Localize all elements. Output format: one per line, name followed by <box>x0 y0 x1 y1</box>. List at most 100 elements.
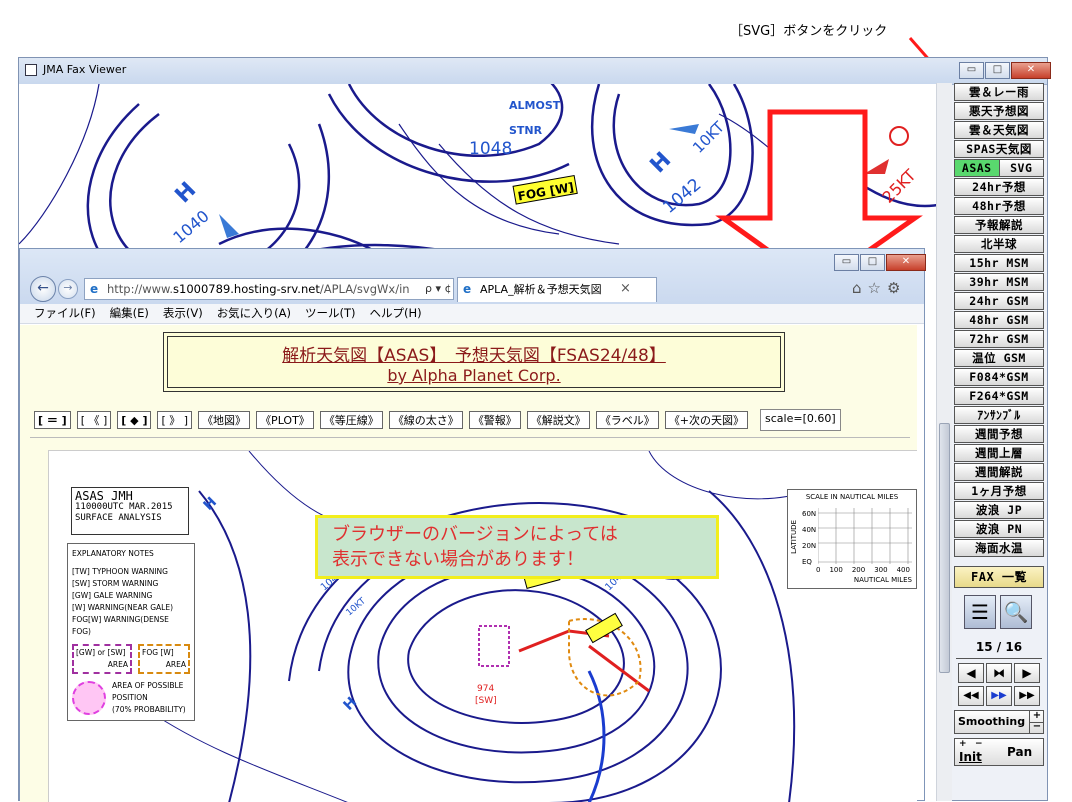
fog-area-legend: FOG [W] AREA <box>138 644 190 674</box>
browser-maximize-button[interactable]: □ <box>860 254 885 271</box>
menu-favorites[interactable]: お気に入り(A) <box>217 304 291 323</box>
btn-wave-pn[interactable]: 波浪 PN <box>954 520 1044 538</box>
toolbar-diamond-button[interactable]: [ ◆ ] <box>117 411 152 429</box>
legend-possible3: (70% PROBABILITY) <box>112 705 186 714</box>
menu-tools[interactable]: ツール(T) <box>305 304 356 323</box>
nautical-scale-box: SCALE IN NAUTICAL MILES LATITUDE 60N 40N… <box>787 489 917 589</box>
scale-input[interactable]: scale=[0.60] <box>760 409 841 431</box>
toolbar-commentary-button[interactable]: 《解説文》 <box>526 411 590 429</box>
menu-edit[interactable]: 編集(E) <box>110 304 149 323</box>
smoothing-label[interactable]: Smoothing <box>958 715 1025 728</box>
toolbar-plot-button[interactable]: 《PLOT》 <box>256 411 314 429</box>
notes-item: [GW] GALE WARNING <box>72 591 153 600</box>
btn-1month-forecast[interactable]: 1ヶ月予想 <box>954 482 1044 500</box>
menu-file[interactable]: ファイル(F) <box>34 304 96 323</box>
svg-weather-map[interactable]: H H 1042 1040 10KT 974 [SW] ASAS JMH 110… <box>48 450 917 802</box>
maximize-button[interactable]: □ <box>985 62 1010 79</box>
settings-gear-icon[interactable]: ⚙ <box>887 279 906 297</box>
toolbar-map-button[interactable]: 《地図》 <box>198 411 251 429</box>
close-button[interactable]: ✕ <box>1011 62 1051 79</box>
btn-cloud-weather-map[interactable]: 雲＆天気図 <box>954 121 1044 139</box>
viewer-titlebar: JMA Fax Viewer ▭ □ ✕ <box>19 58 1051 85</box>
btn-ensemble[interactable]: ｱﾝｻﾝﾌﾞﾙ <box>954 406 1044 424</box>
btn-39hr-msm[interactable]: 39hr MSM <box>954 273 1044 291</box>
btn-24hr-gsm[interactable]: 24hr GSM <box>954 292 1044 310</box>
toolbar-prev-button[interactable]: [ 《 ] <box>76 411 112 429</box>
svg-text:10KT: 10KT <box>345 596 369 618</box>
init-minus-button[interactable]: − <box>975 739 983 749</box>
play-icon[interactable]: ▶▶ <box>986 686 1012 706</box>
legend-area1: [GW] or [SW] <box>76 648 126 657</box>
init-plus-button[interactable]: + <box>959 739 967 749</box>
ie-toolbar-icons[interactable]: ⌂☆⚙ <box>852 279 906 297</box>
address-path: /APLA/svgWx/in <box>319 282 410 296</box>
scale-grid <box>818 508 912 564</box>
btn-asas[interactable]: ASAS <box>955 160 1000 176</box>
init-pan-control: + − Init Pan <box>954 738 1044 766</box>
map-label-1048: 1048 <box>469 139 512 159</box>
scale-tick: EQ <box>802 558 812 566</box>
notes-item: FOG[W] WARNING(DENSE FOG) <box>72 615 169 636</box>
forward-button[interactable]: → <box>58 279 78 299</box>
page-title-link[interactable]: 解析天気図【ASAS】 予想天気図【FSAS24/48】 <box>168 341 780 366</box>
home-icon[interactable]: ⌂ <box>852 279 868 297</box>
smoothing-control: Smoothing + − <box>954 710 1044 734</box>
svg-text:[SW]: [SW] <box>475 696 497 706</box>
btn-f264-gsm[interactable]: F264*GSM <box>954 387 1044 405</box>
btn-sea-surface-temp[interactable]: 海面水温 <box>954 539 1044 557</box>
page-credit-link[interactable]: by Alpha Planet Corp. <box>168 366 780 385</box>
vertical-scrollbar[interactable] <box>936 83 952 801</box>
btn-48hr-forecast[interactable]: 48hr予想 <box>954 197 1044 215</box>
fit-icon[interactable]: ⧓ <box>986 663 1012 683</box>
toolbar-next-map-button[interactable]: 《+次の天図》 <box>664 411 749 429</box>
tab-close-icon[interactable]: × <box>620 281 631 296</box>
toolbar-warning-button[interactable]: 《警報》 <box>468 411 521 429</box>
btn-24hr-forecast[interactable]: 24hr予想 <box>954 178 1044 196</box>
next-page-icon[interactable]: ▶ <box>1014 663 1040 683</box>
list-view-icon[interactable]: ☰ <box>964 595 996 629</box>
page-title-box: 解析天気図【ASAS】 予想天気図【FSAS24/48】 by Alpha Pl… <box>167 336 781 388</box>
btn-weekly-forecast[interactable]: 週間予想 <box>954 425 1044 443</box>
menu-view[interactable]: 表示(V) <box>163 304 203 323</box>
rewind-icon[interactable]: ◀◀ <box>958 686 984 706</box>
btn-weekly-upper[interactable]: 週間上層 <box>954 444 1044 462</box>
btn-potential-temp-gsm[interactable]: 温位 GSM <box>954 349 1044 367</box>
scale-tick: 20N <box>802 542 817 550</box>
btn-cloud-radar[interactable]: 雲＆レー雨 <box>954 83 1044 101</box>
btn-f084-gsm[interactable]: F084*GSM <box>954 368 1044 386</box>
scrollbar-thumb[interactable] <box>939 423 950 673</box>
btn-15hr-msm[interactable]: 15hr MSM <box>954 254 1044 272</box>
btn-northern-hemisphere[interactable]: 北半球 <box>954 235 1044 253</box>
btn-wave-jp[interactable]: 波浪 JP <box>954 501 1044 519</box>
address-bar[interactable]: http://www.s1000789.hosting-srv.net/APLA… <box>84 278 454 300</box>
favorites-star-icon[interactable]: ☆ <box>868 279 887 297</box>
browser-minimize-button[interactable]: ▭ <box>834 254 859 271</box>
btn-forecast-commentary[interactable]: 予報解説 <box>954 216 1044 234</box>
init-button[interactable]: Init <box>959 750 982 764</box>
toolbar-next-button[interactable]: [ 》 ] <box>157 411 193 429</box>
scale-xtick: 400 <box>896 566 910 574</box>
address-tools[interactable]: ρ ▾ ¢ <box>425 282 452 295</box>
toolbar-equal-button[interactable]: [ ＝ ] <box>34 411 71 429</box>
prev-page-icon[interactable]: ◀ <box>958 663 984 683</box>
minimize-button[interactable]: ▭ <box>959 62 984 79</box>
zoom-magnifier-icon[interactable]: 🔍 <box>1000 595 1032 629</box>
btn-bad-weather-forecast[interactable]: 悪天予想図 <box>954 102 1044 120</box>
btn-fax-list[interactable]: FAX 一覧 <box>954 566 1044 588</box>
menu-help[interactable]: ヘルプ(H) <box>370 304 422 323</box>
toolbar-label-button[interactable]: 《ラベル》 <box>595 411 659 429</box>
pan-button[interactable]: Pan <box>1007 745 1032 759</box>
btn-spas-weather-map[interactable]: SPAS天気図 <box>954 140 1044 158</box>
toolbar-line-width-button[interactable]: 《線の太さ》 <box>388 411 463 429</box>
btn-72hr-gsm[interactable]: 72hr GSM <box>954 330 1044 348</box>
fast-forward-icon[interactable]: ▶▶ <box>1014 686 1040 706</box>
back-button[interactable]: ← <box>30 276 56 302</box>
page-content: 解析天気図【ASAS】 予想天気図【FSAS24/48】 by Alpha Pl… <box>20 325 917 802</box>
toolbar-isobar-button[interactable]: 《等圧線》 <box>319 411 383 429</box>
btn-svg[interactable]: SVG <box>1000 160 1044 176</box>
btn-48hr-gsm[interactable]: 48hr GSM <box>954 311 1044 329</box>
smoothing-minus-button[interactable]: − <box>1029 722 1044 733</box>
viewer-title: JMA Fax Viewer <box>43 63 127 76</box>
browser-close-button[interactable]: ✕ <box>886 254 926 271</box>
btn-weekly-commentary[interactable]: 週間解説 <box>954 463 1044 481</box>
